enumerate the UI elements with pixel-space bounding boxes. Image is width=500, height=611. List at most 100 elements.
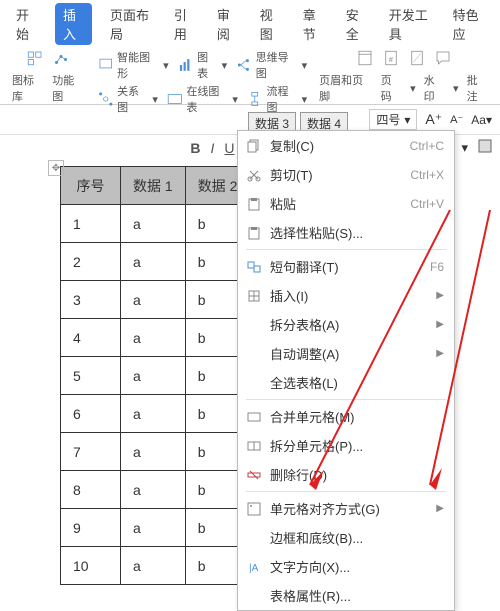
comment-icon[interactable] bbox=[434, 49, 452, 70]
tab-special[interactable]: 特色应 bbox=[449, 3, 488, 45]
table-cell[interactable]: 7 bbox=[61, 433, 121, 471]
table-cell[interactable]: a bbox=[121, 471, 186, 509]
font-grow-icon[interactable]: A⁺ bbox=[425, 111, 442, 128]
italic-button[interactable]: I bbox=[211, 140, 215, 156]
header-footer-icon[interactable] bbox=[356, 49, 374, 70]
data-table[interactable]: 序号数据 1数据 2 1ab2ab3ab4ab5ab6ab7ab8ab9ab10… bbox=[60, 166, 250, 585]
relation-button[interactable]: 关系图 ▾ bbox=[97, 83, 158, 115]
table-cell[interactable]: 9 bbox=[61, 509, 121, 547]
menu-item[interactable]: 短句翻译(T)F6 bbox=[238, 252, 454, 281]
table-row[interactable]: 1ab bbox=[61, 205, 250, 243]
tab-view[interactable]: 视图 bbox=[256, 3, 285, 45]
menu-item[interactable]: 选择性粘贴(S)... bbox=[238, 218, 454, 247]
func-chart-label[interactable]: 功能图 bbox=[52, 72, 84, 104]
icon-lib-label[interactable]: 图标库 bbox=[12, 72, 44, 104]
menu-item[interactable]: 全选表格(L) bbox=[238, 368, 454, 397]
table-cell[interactable]: a bbox=[121, 357, 186, 395]
copy-icon bbox=[246, 138, 262, 154]
table-row[interactable]: 9ab bbox=[61, 509, 250, 547]
table-cell[interactable]: a bbox=[121, 395, 186, 433]
underline-button[interactable]: U bbox=[224, 140, 234, 156]
table-row[interactable]: 4ab bbox=[61, 319, 250, 357]
menu-item[interactable]: 复制(C)Ctrl+C bbox=[238, 131, 454, 160]
menu-item-label: 文字方向(X)... bbox=[270, 557, 444, 576]
menu-item[interactable]: 拆分表格(A) ▶ bbox=[238, 310, 454, 339]
menu-item-label: 复制(C) bbox=[270, 136, 402, 155]
table-cell[interactable]: a bbox=[121, 509, 186, 547]
table-move-handle-icon[interactable]: ✥ bbox=[48, 160, 64, 176]
menu-item[interactable]: 合并单元格(M) bbox=[238, 402, 454, 431]
flowchart-button[interactable]: 流程图 ▾ bbox=[246, 83, 307, 115]
table-cell[interactable]: 8 bbox=[61, 471, 121, 509]
menu-item[interactable]: 自动调整(A)▶ bbox=[238, 339, 454, 368]
shading-button[interactable] bbox=[478, 139, 492, 156]
table-row[interactable]: 3ab bbox=[61, 281, 250, 319]
tab-review[interactable]: 审阅 bbox=[213, 3, 242, 45]
menu-item-label: 拆分表格(A) bbox=[270, 315, 428, 334]
menu-item[interactable]: |A文字方向(X)... bbox=[238, 552, 454, 581]
menu-item[interactable]: 表格属性(R)... bbox=[238, 581, 454, 610]
mindmap-button[interactable]: 思维导图 ▾ bbox=[235, 49, 307, 81]
table-cell[interactable]: a bbox=[121, 433, 186, 471]
comment-label[interactable]: 批注 bbox=[467, 72, 488, 104]
submenu-arrow-icon: ▶ bbox=[436, 319, 444, 330]
table-cell[interactable]: 1 bbox=[61, 205, 121, 243]
table-cell[interactable]: 6 bbox=[61, 395, 121, 433]
table-cell[interactable]: a bbox=[121, 319, 186, 357]
table-row[interactable]: 7ab bbox=[61, 433, 250, 471]
watermark-label[interactable]: 水印 bbox=[424, 72, 445, 104]
font-shrink-icon[interactable]: A⁻ bbox=[450, 113, 463, 126]
menu-item[interactable]: 拆分单元格(P)... bbox=[238, 431, 454, 460]
page-num-icon[interactable]: # bbox=[382, 49, 400, 70]
table-cell[interactable]: 3 bbox=[61, 281, 121, 319]
table-cell[interactable]: 4 bbox=[61, 319, 121, 357]
menu-item-label: 插入(I) bbox=[270, 286, 428, 305]
menu-shortcut: Ctrl+X bbox=[410, 168, 444, 182]
change-case-icon[interactable]: Aa▾ bbox=[471, 113, 492, 127]
tab-start[interactable]: 开始 bbox=[12, 3, 41, 45]
icon-lib-icon[interactable] bbox=[26, 49, 44, 70]
tab-references[interactable]: 引用 bbox=[170, 3, 199, 45]
tab-dev[interactable]: 开发工具 bbox=[385, 3, 435, 45]
func-chart-icon[interactable] bbox=[52, 49, 70, 70]
table-row[interactable]: 2ab bbox=[61, 243, 250, 281]
menu-shortcut: Ctrl+V bbox=[410, 197, 444, 211]
chart-button[interactable]: 图表 ▾ bbox=[177, 49, 227, 81]
tab-security[interactable]: 安全 bbox=[342, 3, 371, 45]
font-size-select[interactable]: 四号▾ bbox=[369, 109, 417, 130]
table-cell[interactable]: 5 bbox=[61, 357, 121, 395]
tab-layout[interactable]: 页面布局 bbox=[106, 3, 156, 45]
table-row[interactable]: 6ab bbox=[61, 395, 250, 433]
watermark-icon[interactable] bbox=[408, 49, 426, 70]
table-header[interactable]: 序号 bbox=[61, 167, 121, 205]
online-chart-button[interactable]: 在线图表 ▾ bbox=[166, 83, 238, 115]
menu-item[interactable]: 单元格对齐方式(G)▶ bbox=[238, 494, 454, 523]
table-cell[interactable]: 2 bbox=[61, 243, 121, 281]
menu-item-label: 选择性粘贴(S)... bbox=[270, 223, 444, 242]
menu-item[interactable]: 插入(I)▶ bbox=[238, 281, 454, 310]
translate-icon bbox=[246, 259, 262, 275]
menu-item-label: 粘贴 bbox=[270, 194, 402, 213]
bold-button[interactable]: B bbox=[190, 140, 200, 156]
menu-item[interactable]: 边框和底纹(B)... bbox=[238, 523, 454, 552]
tab-insert[interactable]: 插入 bbox=[55, 3, 92, 45]
menu-item[interactable]: 删除行(D) bbox=[238, 460, 454, 489]
table-header[interactable]: 数据 1 bbox=[121, 167, 186, 205]
table-row[interactable]: 5ab bbox=[61, 357, 250, 395]
table-row[interactable]: 10ab bbox=[61, 547, 250, 585]
table-row[interactable]: 8ab bbox=[61, 471, 250, 509]
blank-icon bbox=[246, 530, 262, 546]
blank-icon bbox=[246, 317, 262, 333]
insert-icon bbox=[246, 288, 262, 304]
table-cell[interactable]: 10 bbox=[61, 547, 121, 585]
menu-item[interactable]: 剪切(T)Ctrl+X bbox=[238, 160, 454, 189]
page-num-label[interactable]: 页码 bbox=[381, 72, 402, 104]
table-cell[interactable]: a bbox=[121, 281, 186, 319]
table-cell[interactable]: a bbox=[121, 547, 186, 585]
header-footer-label[interactable]: 页眉和页脚 bbox=[319, 72, 373, 104]
menu-item[interactable]: 粘贴 Ctrl+V bbox=[238, 189, 454, 218]
smart-shape-button[interactable]: 智能图形 ▾ bbox=[97, 49, 169, 81]
tab-section[interactable]: 章节 bbox=[299, 3, 328, 45]
table-cell[interactable]: a bbox=[121, 243, 186, 281]
table-cell[interactable]: a bbox=[121, 205, 186, 243]
